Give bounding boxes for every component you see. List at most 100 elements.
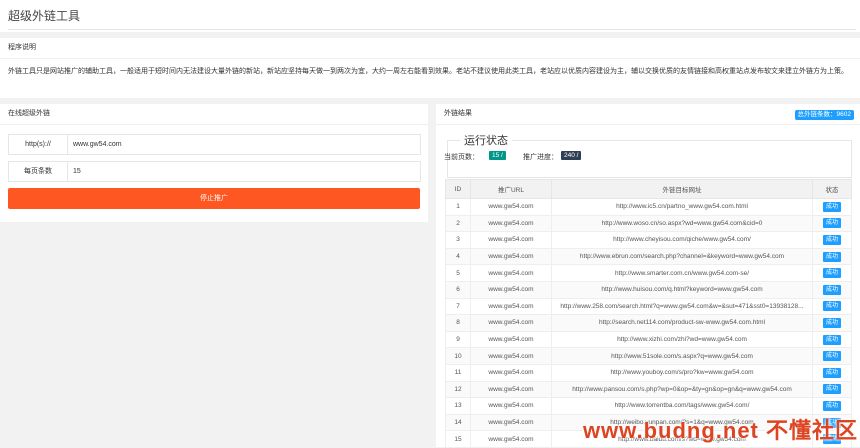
- table-row: 6 www.gw54.com http://www.huisou.com/q.htm…: [445, 280, 852, 299]
- cell-id: 6: [445, 280, 471, 299]
- cell-status: 成功: [812, 214, 852, 233]
- cell-status: 成功: [812, 380, 852, 399]
- cell-target: http://search.net114.com/product-sw-www.…: [551, 314, 813, 332]
- cell-target: http://www.pansou.com/s.php?wp=0&op=&ty=…: [551, 380, 813, 399]
- cell-url: www.gw54.com: [470, 247, 552, 266]
- cell-url: www.gw54.com: [470, 198, 552, 216]
- cell-status: 成功: [812, 264, 852, 282]
- progress-label: 推广进度：: [523, 154, 558, 161]
- cell-id: 1: [445, 198, 471, 216]
- cell-url: www.gw54.com: [470, 231, 552, 249]
- table-row: 11 www.gw54.com http://www.youboy.com/s/pr…: [445, 363, 852, 382]
- cell-target: http://www.huisou.com/q.html?keyword=www…: [551, 280, 813, 299]
- cell-url: www.gw54.com: [470, 330, 552, 349]
- protocol-label: http(s)://: [9, 135, 68, 154]
- cell-url: www.gw54.com: [470, 297, 552, 316]
- cell-id: 5: [445, 264, 471, 282]
- cell-target: http://www.258.com/search.html?q=www.gw5…: [551, 297, 813, 316]
- table-row: 7 www.gw54.com http://www.258.com/search.h…: [445, 297, 852, 316]
- per-page-input[interactable]: 15: [73, 162, 81, 181]
- cell-target: http://www.torrentba.com/tags/www.gw54.c…: [551, 397, 813, 415]
- page-title: 超级外链工具: [8, 9, 81, 23]
- table-row: 2 www.gw54.com http://www.woso.cn/so.aspx?…: [445, 214, 852, 233]
- cell-status: 成功: [812, 363, 852, 382]
- cell-url: www.gw54.com: [470, 397, 552, 415]
- status-title: 运行状态: [460, 132, 512, 148]
- cell-target: http://www.ebrun.com/search.php?channel=…: [551, 247, 813, 266]
- results-table: ID 推广URL 外链目标网址 状态 1 www.gw54.com http://w…: [445, 179, 852, 448]
- cell-url: www.gw54.com: [470, 380, 552, 399]
- cell-status: 成功: [812, 198, 852, 216]
- status-success-badge: 成功: [822, 201, 841, 212]
- cell-status: 成功: [812, 247, 852, 266]
- table-row: 1 www.gw54.com http://www.ic5.cn/partno_ww…: [445, 198, 852, 216]
- title-divider: [8, 29, 856, 30]
- domain-row: http(s):// www.gw54.com: [8, 134, 421, 155]
- cell-id: 14: [445, 413, 471, 432]
- table-row: 10 www.gw54.com http://www.51sole.com/s.as…: [445, 347, 852, 365]
- form-panel: 在线超级外链 http(s):// www.gw54.com 每页条数 15 停…: [0, 104, 428, 222]
- status-success-badge: 成功: [822, 334, 841, 345]
- cell-status: 成功: [812, 314, 852, 332]
- col-url: 推广URL: [470, 179, 552, 199]
- table-row: 12 www.gw54.com http://www.pansou.com/s.ph…: [445, 380, 852, 399]
- description-text: 外链工具只是网站推广的辅助工具，一般适用于短时间内无法建设大量外链的新站，新站应…: [8, 68, 848, 75]
- cell-url: www.gw54.com: [470, 347, 552, 365]
- cell-id: 8: [445, 314, 471, 332]
- col-id: ID: [445, 179, 471, 199]
- form-heading: 在线超级外链: [0, 104, 428, 125]
- cell-target: http://www.ic5.cn/partno_www.gw54.com.ht…: [551, 198, 813, 216]
- cell-id: 3: [445, 231, 471, 249]
- cell-status: 成功: [812, 330, 852, 349]
- watermark-logo: www.budng.net 不懂社区: [582, 418, 858, 443]
- table-row: 9 www.gw54.com http://www.xizhi.com/zhi?wd…: [445, 330, 852, 349]
- stop-button[interactable]: 停止推广: [8, 188, 420, 209]
- cell-id: 10: [445, 347, 471, 365]
- cell-status: 成功: [812, 231, 852, 249]
- table-header-row: ID 推广URL 外链目标网址 状态: [445, 179, 852, 199]
- cell-target: http://www.xizhi.com/zhi?wd=www.gw54.com: [551, 330, 813, 349]
- table-row: 13 www.gw54.com http://www.torrentba.com/t…: [445, 397, 852, 415]
- per-page-label: 每页条数: [9, 162, 68, 181]
- status-success-badge: 成功: [822, 268, 841, 279]
- col-target: 外链目标网址: [551, 179, 813, 199]
- per-page-row: 每页条数 15: [8, 161, 421, 182]
- status-success-badge: 成功: [822, 367, 841, 378]
- results-panel: 外链结果 总外链条数：9602 运行状态 当前页数： 15 / 641 推广进度…: [436, 104, 860, 448]
- status-success-badge: 成功: [822, 251, 841, 262]
- cell-url: www.gw54.com: [470, 363, 552, 382]
- table-row: 3 www.gw54.com http://www.cheyisou.com/qic…: [445, 231, 852, 249]
- cell-url: www.gw54.com: [470, 214, 552, 233]
- status-success-badge: 成功: [822, 351, 841, 362]
- cell-url: www.gw54.com: [470, 430, 552, 448]
- cell-id: 11: [445, 363, 471, 382]
- col-status: 状态: [812, 179, 852, 199]
- cell-id: 9: [445, 330, 471, 349]
- current-page-badge: 15 / 641: [489, 151, 506, 168]
- progress-badge: 240 / 9602: [561, 151, 582, 168]
- cell-target: http://www.51sole.com/s.aspx?q=www.gw54.…: [551, 347, 813, 365]
- cell-id: 15: [445, 430, 471, 448]
- table-row: 5 www.gw54.com http://www.smarter.com.cn/w…: [445, 264, 852, 282]
- cell-target: http://www.youboy.com/s/pro?kw=www.gw54.…: [551, 363, 813, 382]
- current-page-label: 当前页数：: [444, 154, 479, 161]
- description-panel: 程序说明 外链工具只是网站推广的辅助工具，一般适用于短时间内无法建设大量外链的新…: [0, 38, 860, 98]
- description-heading: 程序说明: [0, 38, 860, 59]
- cell-target: http://www.smarter.com.cn/www.gw54.com-s…: [551, 264, 813, 282]
- cell-url: www.gw54.com: [470, 264, 552, 282]
- status-success-badge: 成功: [822, 384, 841, 395]
- cell-target: http://www.woso.cn/so.aspx?wd=www.gw54.c…: [551, 214, 813, 233]
- status-success-badge: 成功: [822, 234, 841, 245]
- cell-url: www.gw54.com: [470, 413, 552, 432]
- status-success-badge: 成功: [822, 301, 841, 312]
- status-box: 运行状态: [447, 132, 852, 178]
- cell-id: 2: [445, 214, 471, 233]
- cell-status: 成功: [812, 280, 852, 299]
- cell-id: 7: [445, 297, 471, 316]
- status-success-badge: 成功: [822, 284, 841, 295]
- domain-input[interactable]: www.gw54.com: [73, 135, 122, 154]
- cell-target: http://www.cheyisou.com/qiche/www.gw54.c…: [551, 231, 813, 249]
- status-success-badge: 成功: [822, 218, 841, 229]
- cell-status: 成功: [812, 347, 852, 365]
- status-success-badge: 成功: [822, 317, 841, 328]
